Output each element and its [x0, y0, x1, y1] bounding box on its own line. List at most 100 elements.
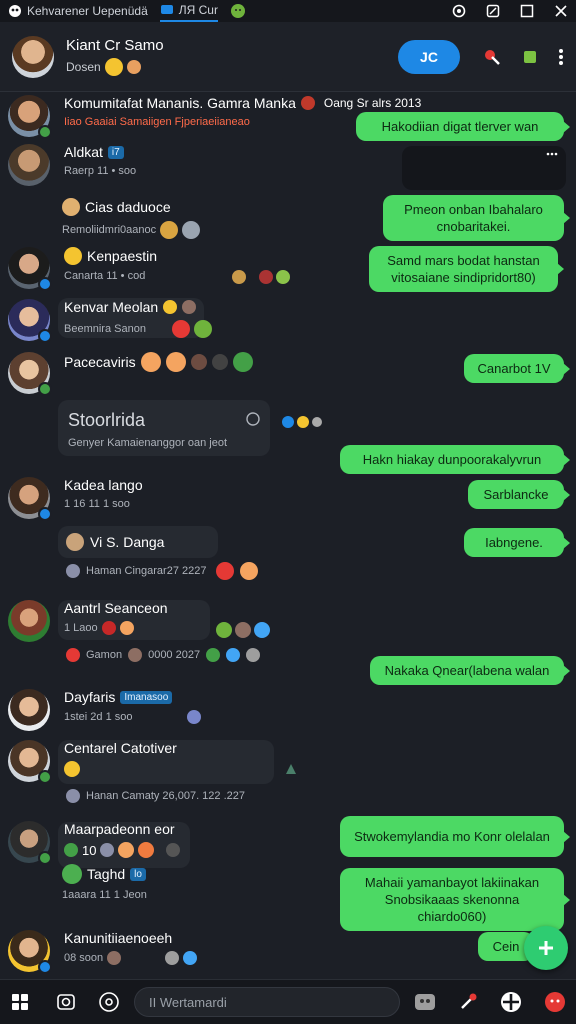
avatar-mini	[62, 198, 80, 216]
reaction-icon[interactable]	[235, 622, 251, 638]
settings-icon[interactable]	[452, 4, 466, 18]
outgoing-message[interactable]: Samd mars bodat hanstan vitosaiane sindi…	[369, 246, 564, 292]
add-button[interactable]	[524, 926, 568, 970]
outgoing-message[interactable]: Nakaka Qnear(labena walan	[370, 656, 570, 685]
reaction-icon[interactable]	[284, 762, 298, 776]
message-item[interactable]: Aantrl Seanceon 1 Laoo	[8, 600, 168, 642]
laugh-emoji-icon	[126, 60, 141, 74]
quoted-message-card[interactable]: Stoorlrida Genyer Kamaienanggor oan jeot	[58, 400, 270, 456]
message-item[interactable]: Kenvar Meolan Beemnira Sanon	[8, 299, 212, 343]
outgoing-message[interactable]: Canarbot 1V	[464, 354, 570, 383]
message-time: 08 soon	[64, 952, 104, 964]
reaction-icon[interactable]	[232, 270, 246, 284]
reaction-row[interactable]	[232, 270, 290, 284]
message-list[interactable]: Komumitafat Mananis. Gamra Manka Oang Sr …	[0, 92, 576, 979]
chat-status: Dosen	[66, 60, 101, 74]
incoming-message[interactable]: Vi S. Danga	[58, 526, 218, 558]
game-icon[interactable]	[544, 991, 566, 1013]
avatar[interactable]	[8, 247, 52, 291]
reaction-icon	[119, 621, 134, 635]
message-item[interactable]: Kadea lango 1 16 11 1 soo	[8, 477, 143, 521]
reaction-icon[interactable]	[216, 622, 232, 638]
reaction-icon	[190, 354, 207, 370]
reaction-icon[interactable]	[254, 622, 270, 638]
call-button[interactable]: JC	[398, 39, 460, 74]
message-time: Haman Cingarar27 2227	[86, 565, 207, 577]
message-item[interactable]: Maarpadeonn eor 10	[8, 821, 181, 865]
reaction-icon	[101, 621, 116, 635]
reaction-row[interactable]	[282, 416, 322, 428]
grid-icon[interactable]	[10, 992, 30, 1012]
reaction-icon	[100, 843, 115, 857]
message-time: Hanan Camaty 26,007. 122 .227	[86, 790, 246, 802]
reaction-icon[interactable]	[297, 416, 309, 428]
more-vertical-icon[interactable]	[558, 48, 564, 66]
message-item[interactable]: Taghd lo 1aaara 11 1 Jeon	[62, 864, 147, 901]
pin-icon[interactable]	[482, 47, 502, 67]
reaction-icon	[226, 648, 241, 662]
chat-icon	[160, 3, 174, 17]
avatar[interactable]	[8, 477, 52, 521]
tab-app[interactable]: Kehvarener Uepenüdä	[8, 0, 148, 22]
message-item[interactable]: Kenpaestin Canarta 11 • cod	[8, 247, 158, 291]
sender-name: Taghd	[87, 866, 126, 882]
avatar[interactable]	[8, 821, 52, 865]
reaction-icon	[240, 562, 259, 580]
reaction-icon[interactable]	[259, 270, 273, 284]
reaction-icon	[64, 761, 80, 777]
tab-chat[interactable]: ЛЯ Cur	[159, 0, 218, 22]
avatar[interactable]	[8, 600, 50, 642]
media-message[interactable]	[402, 146, 566, 190]
avatar[interactable]	[8, 144, 50, 186]
avatar[interactable]	[8, 299, 52, 343]
reaction-icon	[160, 221, 179, 239]
puzzle-icon[interactable]	[520, 47, 540, 67]
reaction-icon	[171, 320, 190, 338]
message-item[interactable]: Centarel Catotiver	[8, 740, 177, 784]
reaction-icon	[182, 300, 197, 314]
reaction-icon	[64, 843, 78, 857]
avatar[interactable]	[8, 740, 52, 784]
sender-tag: i7	[107, 145, 124, 159]
close-icon[interactable]	[554, 4, 568, 18]
sender-name: Vi S. Danga	[90, 534, 165, 550]
reaction-icon[interactable]	[276, 270, 290, 284]
message-input[interactable]: II Wertamardi	[134, 987, 400, 1017]
info-icon[interactable]	[246, 412, 260, 426]
message-item[interactable]: Cias daduoce Remoliidmri0aanoc	[62, 198, 201, 239]
outgoing-message[interactable]: Hakodiian digat tlerver wan	[356, 112, 570, 141]
outgoing-message[interactable]: Mahaii yamanbayot lakiinakan Snobsikaaas…	[340, 868, 570, 931]
reaction-row[interactable]	[216, 622, 270, 638]
outgoing-message[interactable]: Iabngene.	[464, 528, 570, 557]
apps-icon[interactable]	[500, 991, 522, 1013]
more-horizontal-icon[interactable]	[546, 152, 558, 156]
heart-emoji-icon	[300, 96, 315, 110]
sender-name: Centarel Catotiver	[64, 740, 177, 756]
avatar-mini	[66, 533, 84, 551]
reaction-icon[interactable]	[312, 417, 322, 427]
edit-icon[interactable]	[486, 4, 500, 18]
emoji-icon[interactable]	[230, 3, 246, 19]
sender-name: Kenpaestin	[87, 248, 158, 264]
message-meta: Haman Cingarar27 2227	[66, 562, 259, 580]
message-item[interactable]: Dayfaris Imanasoo 1stei 2d 1 soo	[8, 689, 201, 731]
reaction-icon	[140, 352, 161, 372]
attach-icon[interactable]	[458, 992, 478, 1012]
outgoing-message[interactable]: Pmeon onban Ibahalaro cnobaritakei.	[383, 195, 570, 241]
maximize-icon[interactable]	[520, 4, 534, 18]
message-item[interactable]: Aldkat i7 Raerp 11 • soo	[8, 144, 136, 186]
outgoing-message[interactable]: Sarblancke	[468, 480, 570, 509]
avatar[interactable]	[12, 35, 54, 78]
outgoing-message[interactable]: Hakn hiakay dunpoorakalyvrun	[340, 445, 570, 474]
camera-icon[interactable]	[56, 992, 76, 1012]
message-item[interactable]: Pacecaviris	[8, 352, 253, 396]
avatar[interactable]	[8, 352, 52, 396]
avatar[interactable]	[8, 95, 52, 139]
voice-icon[interactable]	[98, 991, 120, 1013]
message-item[interactable]: Kanunitiiaenoeeh 08 soon	[8, 930, 198, 974]
avatar[interactable]	[8, 930, 52, 974]
reaction-icon[interactable]	[282, 416, 294, 428]
outgoing-message[interactable]: Stwokemylandia mo Konr olelalan	[340, 816, 570, 857]
avatar[interactable]	[8, 689, 50, 731]
sticker-icon[interactable]	[414, 992, 436, 1012]
